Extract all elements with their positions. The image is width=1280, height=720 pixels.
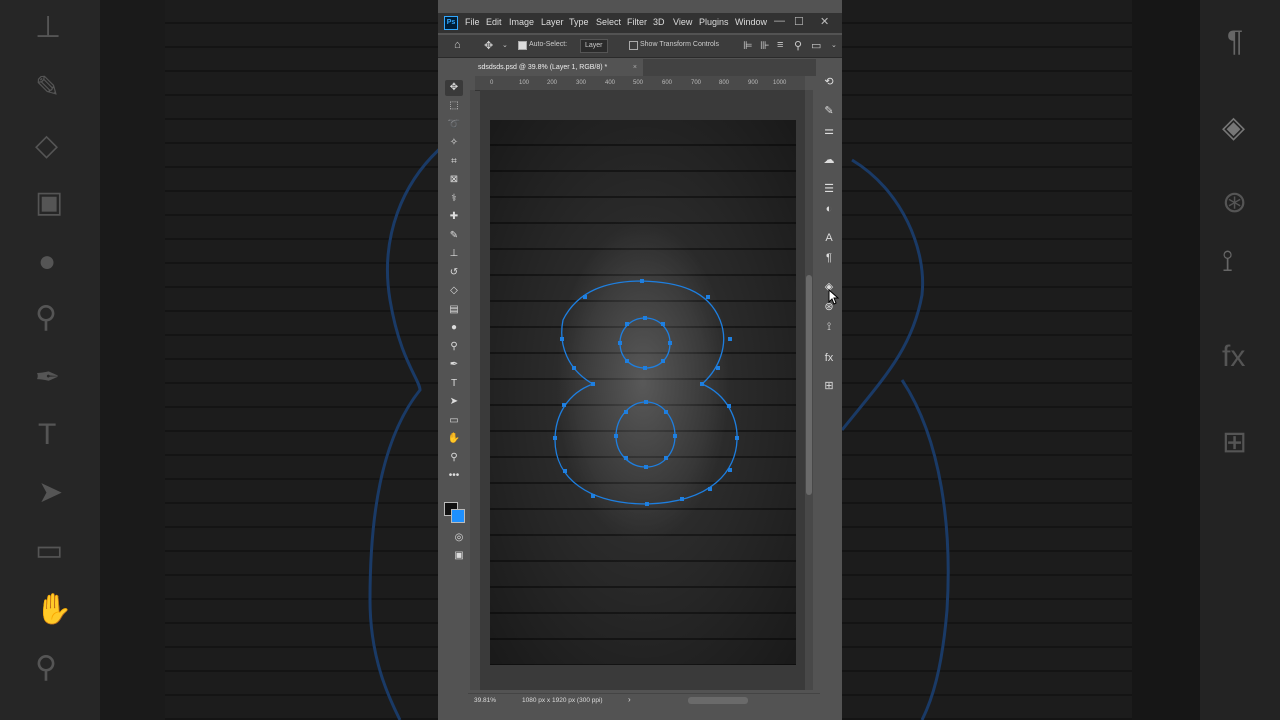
bg-hand-icon: ✋	[35, 593, 73, 626]
background-left-blur: ⊥ ✎ ◇ ▣ ● ⚲ ✒ T ➤ ▭ ✋ ⚲	[0, 0, 438, 720]
status-bar: 39.81% 1080 px x 1920 px (300 ppi) ›	[468, 693, 820, 708]
mouse-cursor-icon	[828, 289, 840, 305]
bg-paths-icon: ⟟	[1222, 245, 1234, 278]
bg-eraser-icon: ◇	[35, 129, 59, 162]
paragraph-icon[interactable]: ¶	[821, 250, 837, 266]
horizontal-scroll-thumb[interactable]	[688, 697, 748, 704]
bg-arrow-icon: ➤	[38, 476, 64, 509]
styles-icon[interactable]: fx	[821, 350, 837, 366]
photoshop-window: Ps File Edit Image Layer Type Select Fil…	[438, 0, 842, 720]
panel-dock: ⟲ ✎ ⚌ ☁ ☰ ◐ A ¶ ◈ ⊛ ⟟ fx ⊞	[816, 58, 842, 708]
bg-rect-icon: ▭	[35, 534, 64, 567]
paths-icon[interactable]: ⟟	[821, 319, 837, 335]
libraries-icon[interactable]: ☁	[821, 152, 837, 168]
character-icon[interactable]: A	[821, 230, 837, 246]
bg-path-left	[368, 148, 438, 720]
bg-fx-icon: fx	[1222, 340, 1246, 373]
bg-stamp-icon: ⊥	[35, 11, 62, 44]
timeline-icon[interactable]: ⊞	[821, 378, 837, 394]
brush-settings-icon[interactable]: ✎	[821, 103, 837, 119]
document-dimensions: 1080 px x 1920 px (300 ppi)	[522, 697, 603, 704]
vertical-scroll-thumb[interactable]	[806, 275, 812, 495]
vertical-scrollbar[interactable]	[805, 90, 813, 690]
color-icon[interactable]: ◐	[821, 201, 837, 217]
bg-dodge-icon: ⚲	[35, 301, 57, 334]
zoom-level[interactable]: 39.81%	[474, 697, 496, 704]
properties-icon[interactable]: ☰	[821, 181, 837, 197]
bg-gradient-icon: ▣	[35, 186, 64, 219]
path-overlay[interactable]	[438, 0, 842, 720]
bg-zoom-icon: ⚲	[35, 651, 57, 684]
bg-drop-icon: ●	[38, 245, 57, 278]
bg-pen-icon: ✒	[35, 361, 61, 394]
adjustments-icon[interactable]: ⚌	[821, 123, 837, 139]
background-right-blur: ¶ ◈ ⊛ ⟟ fx ⊞	[842, 0, 1280, 720]
bg-layers-icon: ◈	[1222, 111, 1246, 144]
bg-brush-icon: ✎	[35, 71, 61, 104]
bg-path-right	[842, 158, 950, 720]
history-icon[interactable]: ⟲	[821, 74, 837, 90]
bg-timeline-icon: ⊞	[1222, 426, 1248, 459]
status-menu-arrow-icon[interactable]: ›	[628, 695, 631, 704]
bg-channels-icon: ⊛	[1222, 186, 1248, 219]
bg-paragraph-icon: ¶	[1227, 25, 1244, 58]
bg-type-icon: T	[38, 418, 57, 451]
